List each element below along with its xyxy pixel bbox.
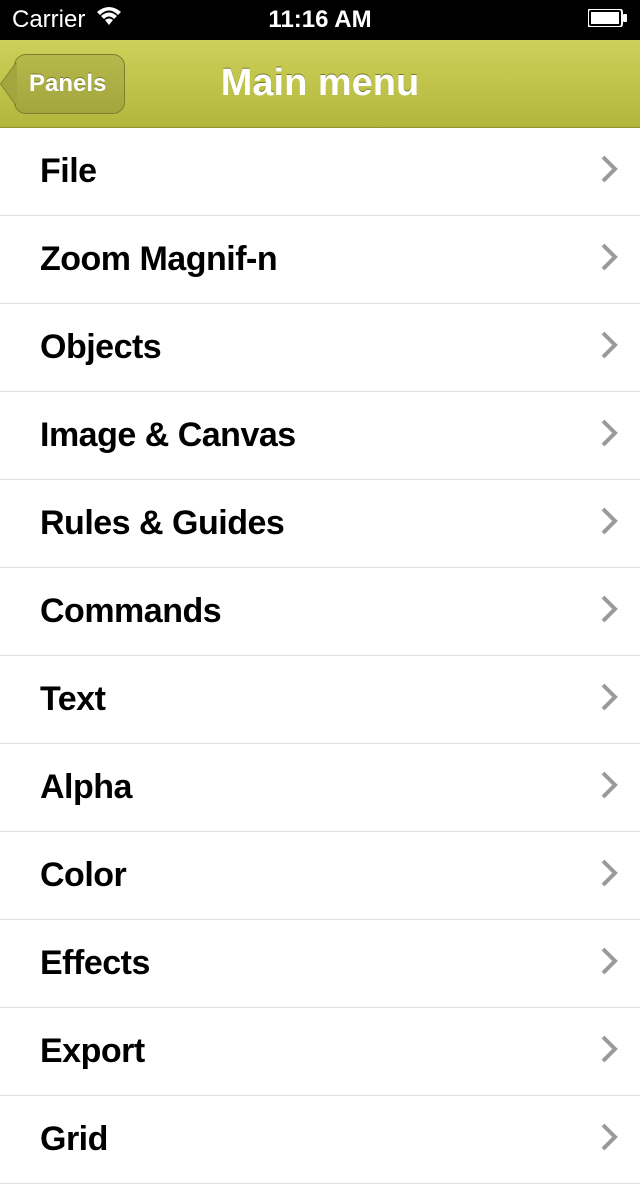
menu-item-label: File: [40, 152, 97, 191]
menu-item-label: Color: [40, 856, 126, 895]
menu-list: File Zoom Magnif-n Objects Image & Canva…: [0, 128, 640, 1184]
status-left: Carrier: [12, 6, 123, 34]
chevron-right-icon: [600, 683, 618, 716]
status-time: 11:16 AM: [268, 6, 371, 34]
back-button-label: Panels: [29, 70, 106, 98]
chevron-right-icon: [600, 1035, 618, 1068]
chevron-right-icon: [600, 419, 618, 452]
status-bar: Carrier 11:16 AM: [0, 0, 640, 40]
nav-title: Main menu: [221, 62, 419, 105]
carrier-label: Carrier: [12, 6, 85, 34]
chevron-right-icon: [600, 595, 618, 628]
menu-item-file[interactable]: File: [0, 128, 640, 216]
menu-item-label: Text: [40, 680, 105, 719]
menu-item-label: Export: [40, 1032, 145, 1071]
menu-item-image-canvas[interactable]: Image & Canvas: [0, 392, 640, 480]
chevron-right-icon: [600, 243, 618, 276]
menu-item-effects[interactable]: Effects: [0, 920, 640, 1008]
menu-item-label: Commands: [40, 592, 221, 631]
chevron-right-icon: [600, 1123, 618, 1156]
menu-item-label: Alpha: [40, 768, 132, 807]
menu-item-objects[interactable]: Objects: [0, 304, 640, 392]
chevron-right-icon: [600, 331, 618, 364]
menu-item-alpha[interactable]: Alpha: [0, 744, 640, 832]
nav-bar: Panels Main menu: [0, 40, 640, 128]
menu-item-color[interactable]: Color: [0, 832, 640, 920]
menu-item-label: Grid: [40, 1120, 108, 1159]
chevron-right-icon: [600, 771, 618, 804]
back-button[interactable]: Panels: [14, 54, 125, 114]
battery-icon: [588, 6, 628, 34]
menu-item-rules-guides[interactable]: Rules & Guides: [0, 480, 640, 568]
menu-item-label: Image & Canvas: [40, 416, 296, 455]
menu-item-label: Zoom Magnif-n: [40, 240, 277, 279]
chevron-right-icon: [600, 155, 618, 188]
chevron-right-icon: [600, 947, 618, 980]
menu-item-label: Effects: [40, 944, 150, 983]
menu-item-label: Objects: [40, 328, 161, 367]
chevron-right-icon: [600, 859, 618, 892]
chevron-right-icon: [600, 507, 618, 540]
menu-item-zoom[interactable]: Zoom Magnif-n: [0, 216, 640, 304]
menu-item-label: Rules & Guides: [40, 504, 284, 543]
wifi-icon: [95, 6, 123, 34]
menu-item-text[interactable]: Text: [0, 656, 640, 744]
menu-item-grid[interactable]: Grid: [0, 1096, 640, 1184]
menu-item-export[interactable]: Export: [0, 1008, 640, 1096]
menu-item-commands[interactable]: Commands: [0, 568, 640, 656]
